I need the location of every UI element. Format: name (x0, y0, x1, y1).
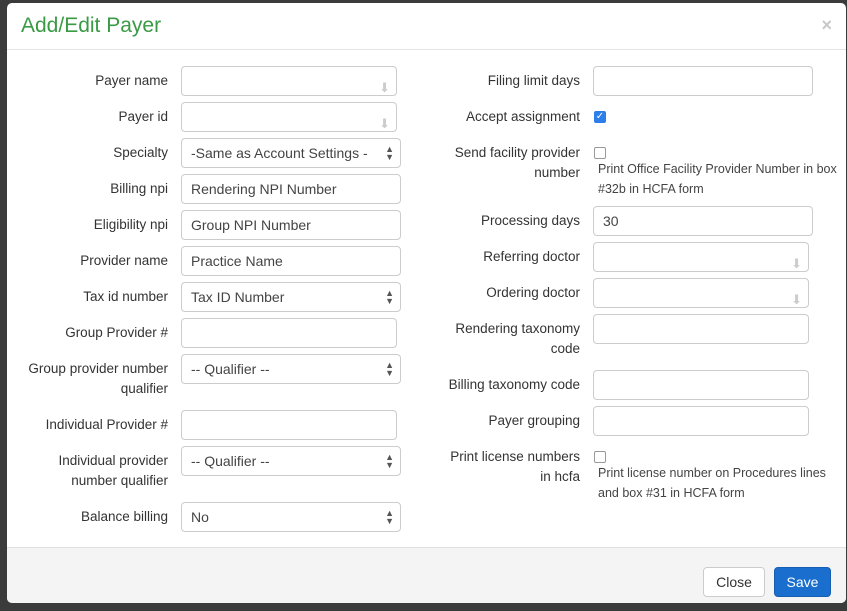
filing-limit-days-label: Filing limit days (487, 73, 580, 88)
rendering-taxonomy-input[interactable] (593, 314, 809, 344)
save-button[interactable]: Save (774, 567, 831, 597)
payer-grouping-input[interactable] (593, 406, 809, 436)
payer-grouping-label: Payer grouping (488, 413, 580, 428)
print-license-checkbox[interactable] (594, 451, 606, 463)
eligibility-npi-label: Eligibility npi (93, 217, 168, 232)
rendering-taxonomy-label: Rendering taxonomy code (455, 321, 580, 356)
payer-name-label: Payer name (95, 73, 168, 88)
eligibility-npi-input[interactable]: Group NPI Number (181, 210, 401, 240)
accept-assignment-label: Accept assignment (465, 109, 580, 124)
ordering-doctor-input[interactable]: ⬇ (593, 278, 809, 308)
arrow-down-icon: ⬇ (379, 116, 390, 131)
print-license-description: Print license number on Procedures lines… (598, 466, 826, 500)
send-facility-description: Print Office Facility Provider Number in… (598, 162, 837, 196)
individual-provider-number-qualifier-value: -- Qualifier -- (191, 453, 270, 469)
accept-assignment-checkbox[interactable]: ✓ (594, 111, 606, 123)
provider-name-value: Practice Name (191, 253, 283, 269)
individual-provider-label: Individual Provider # (45, 417, 168, 432)
payer-name-input[interactable]: ⬇ (181, 66, 397, 96)
billing-taxonomy-label: Billing taxonomy code (448, 377, 580, 392)
provider-name-input[interactable]: Practice Name (181, 246, 401, 276)
payer-id-input[interactable]: ⬇ (181, 102, 397, 132)
send-facility-checkbox[interactable] (594, 147, 606, 159)
referring-doctor-input[interactable]: ⬇ (593, 242, 809, 272)
processing-days-input[interactable] (593, 206, 813, 236)
group-provider-input[interactable] (181, 318, 397, 348)
arrow-down-icon: ⬇ (379, 80, 390, 95)
send-facility-label: Send facility provider number (454, 145, 580, 180)
billing-npi-label: Billing npi (110, 181, 168, 196)
referring-doctor-label: Referring doctor (483, 249, 580, 264)
specialty-label: Specialty (113, 145, 168, 160)
select-arrows-icon: ▲ ▼ (385, 288, 394, 306)
balance-billing-label: Balance billing (80, 509, 168, 524)
billing-npi-value: Rendering NPI Number (191, 181, 337, 197)
close-icon[interactable]: × (821, 15, 832, 36)
individual-provider-input[interactable] (181, 410, 397, 440)
modal-title: Add/Edit Payer (21, 14, 162, 37)
select-arrows-icon: ▲ ▼ (385, 508, 394, 526)
group-provider-label: Group Provider # (65, 325, 168, 340)
modal-footer: Close Save (7, 547, 846, 603)
select-arrows-icon: ▲ ▼ (385, 360, 394, 378)
close-button[interactable]: Close (703, 567, 765, 597)
individual-provider-number-qualifier-label: Individual provider number qualifier (58, 453, 168, 488)
billing-npi-input[interactable]: Rendering NPI Number (181, 174, 401, 204)
provider-name-label: Provider name (80, 253, 168, 268)
billing-taxonomy-input[interactable] (593, 370, 809, 400)
balance-billing-select[interactable]: No ▲ ▼ (181, 502, 401, 532)
select-arrows-icon: ▲ ▼ (385, 144, 394, 162)
ordering-doctor-label: Ordering doctor (486, 285, 580, 300)
group-provider-number-qualifier-label: Group provider number qualifier (28, 361, 168, 396)
specialty-value: -Same as Account Settings - (191, 145, 368, 161)
modal-header: Add/Edit Payer × (7, 3, 846, 50)
print-license-label: Print license numbers in hcfa (450, 449, 580, 484)
eligibility-npi-value: Group NPI Number (191, 217, 311, 233)
arrow-down-icon: ⬇ (791, 292, 802, 307)
group-provider-number-qualifier-select[interactable]: -- Qualifier -- ▲ ▼ (181, 354, 401, 384)
filing-limit-days-input[interactable] (593, 66, 813, 96)
tax-id-number-label: Tax id number (83, 289, 168, 304)
processing-days-label: Processing days (480, 213, 580, 228)
specialty-select[interactable]: -Same as Account Settings - ▲ ▼ (181, 138, 401, 168)
tax-id-number-select[interactable]: Tax ID Number ▲ ▼ (181, 282, 401, 312)
select-arrows-icon: ▲ ▼ (385, 452, 394, 470)
add-edit-payer-modal: Add/Edit Payer × Payer name ⬇ Payer id ⬇ Spe… (7, 3, 846, 603)
payer-id-label: Payer id (118, 109, 168, 124)
group-provider-number-qualifier-value: -- Qualifier -- (191, 361, 270, 377)
tax-id-number-value: Tax ID Number (191, 289, 285, 305)
individual-provider-number-qualifier-select[interactable]: -- Qualifier -- ▲ ▼ (181, 446, 401, 476)
arrow-down-icon: ⬇ (791, 256, 802, 271)
balance-billing-value: No (191, 509, 209, 525)
